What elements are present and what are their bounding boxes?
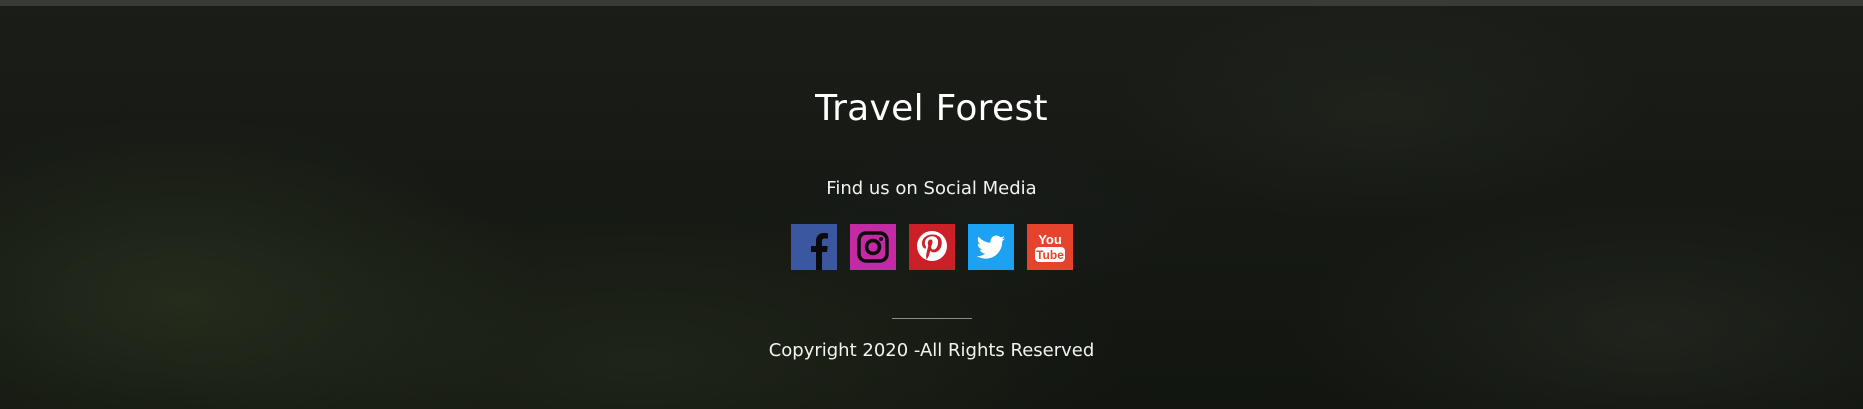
youtube-link[interactable]: You Tube: [1027, 224, 1073, 270]
footer-divider: [892, 318, 972, 319]
social-heading: Find us on Social Media: [826, 178, 1037, 199]
pinterest-icon: [909, 224, 955, 270]
facebook-icon: [791, 224, 837, 270]
youtube-logo-line2: Tube: [1036, 248, 1064, 262]
twitter-icon: [968, 224, 1014, 270]
youtube-logo-line1: You: [1038, 232, 1062, 247]
twitter-link[interactable]: [968, 224, 1014, 270]
instagram-link[interactable]: [850, 224, 896, 270]
site-title: Travel Forest: [815, 88, 1048, 129]
facebook-link[interactable]: [791, 224, 837, 270]
social-links: You Tube: [791, 224, 1073, 270]
footer-content: Travel Forest Find us on Social Media Yo…: [0, 0, 1863, 409]
youtube-icon: You Tube: [1027, 224, 1073, 270]
instagram-icon: [850, 224, 896, 270]
pinterest-link[interactable]: [909, 224, 955, 270]
copyright-text: Copyright 2020 -All Rights Reserved: [768, 340, 1095, 361]
site-footer: Travel Forest Find us on Social Media Yo…: [0, 0, 1863, 409]
